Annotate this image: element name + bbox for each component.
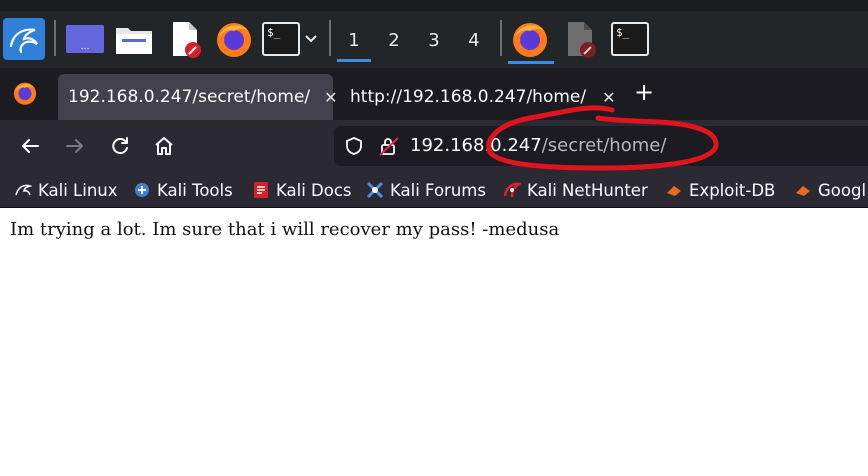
firefox-icon	[13, 82, 37, 105]
workspace-2[interactable]: 2	[375, 18, 413, 62]
exploit-db-icon	[665, 181, 683, 199]
bookmark-kali-forums[interactable]: Kali Forums	[366, 178, 486, 202]
text-editor-launcher[interactable]	[163, 17, 207, 61]
insecure-lock-icon[interactable]	[378, 135, 400, 157]
arrow-right-icon	[66, 139, 83, 153]
page-message: Im trying a lot. Im sure that i will rec…	[10, 219, 560, 240]
bookmark-kali-linux[interactable]: Kali Linux	[14, 178, 118, 202]
bookmark-label: Kali Docs	[276, 180, 352, 200]
workspace-1[interactable]: 1	[335, 18, 373, 62]
folder-icon	[116, 28, 152, 54]
shield-icon[interactable]	[344, 136, 364, 156]
window-button-text-editor[interactable]	[558, 17, 602, 61]
tab-secret-home[interactable]: 192.168.0.247/secret/home/ ✕	[58, 74, 338, 120]
kali-menu-button[interactable]	[2, 17, 46, 61]
workspace-3[interactable]: 3	[415, 18, 453, 62]
forward-button[interactable]	[59, 130, 91, 162]
bookmark-label: Kali Forums	[390, 180, 486, 200]
bookmark-label: Kali Linux	[38, 180, 118, 200]
firefox-icon	[513, 23, 547, 57]
terminal-icon: $_	[611, 22, 649, 56]
desktop-icon: …	[66, 25, 104, 53]
taskbar-top-strip	[0, 0, 868, 11]
bookmark-label: Googl	[818, 180, 867, 200]
terminal-icon: $_	[262, 22, 300, 56]
reload-button[interactable]	[104, 130, 136, 162]
kali-docs-icon	[252, 181, 270, 199]
text-editor-icon	[173, 22, 201, 58]
taskbar-separator	[329, 20, 331, 56]
kali-tools-icon	[133, 181, 151, 199]
tab-title: 192.168.0.247/secret/home/	[68, 87, 311, 107]
url-path: /secret/home/	[541, 135, 667, 156]
svg-text:…: …	[81, 42, 90, 52]
active-window-indicator	[508, 61, 554, 64]
text-editor-icon	[568, 22, 596, 58]
bookmark-kali-docs[interactable]: Kali Docs	[252, 178, 352, 202]
page-content: Im trying a lot. Im sure that i will rec…	[0, 209, 868, 476]
home-button[interactable]	[148, 130, 180, 162]
kali-dragon-icon	[14, 181, 32, 199]
close-icon[interactable]: ✕	[602, 88, 615, 107]
window-button-terminal[interactable]: $_	[608, 17, 652, 61]
kali-forums-icon	[366, 181, 384, 199]
arrow-left-icon	[22, 139, 39, 153]
kali-dragon-icon	[3, 18, 45, 60]
google-hacking-icon	[794, 181, 812, 199]
bookmark-kali-tools[interactable]: Kali Tools	[133, 178, 233, 202]
window-button-firefox[interactable]	[508, 17, 552, 61]
show-desktop-button[interactable]: …	[63, 17, 107, 61]
bookmark-label: Exploit-DB	[689, 180, 776, 200]
bookmark-exploit-db[interactable]: Exploit-DB	[665, 178, 775, 202]
taskbar: … $_ 1 2 3 4 $_	[0, 0, 868, 68]
bookmarks-toolbar: Kali Linux Kali Tools Kali Docs Kali For…	[0, 172, 868, 208]
back-button[interactable]	[14, 130, 46, 162]
bookmark-label: Kali Tools	[157, 180, 233, 200]
url-text[interactable]: 192.168.0.247/secret/home/	[410, 135, 666, 156]
file-manager-launcher[interactable]	[112, 17, 156, 61]
browser-tab-strip: 192.168.0.247/secret/home/ ✕ http://192.…	[0, 68, 868, 120]
workspace-4[interactable]: 4	[455, 18, 493, 62]
taskbar-separator	[54, 20, 56, 56]
chevron-down-icon	[305, 35, 317, 43]
reload-icon	[112, 137, 128, 155]
navigation-toolbar: 192.168.0.247/secret/home/	[0, 120, 868, 172]
nethunter-icon	[503, 181, 521, 199]
firefox-icon	[217, 23, 251, 57]
launcher-dropdown[interactable]	[296, 17, 326, 61]
svg-text:$_: $_	[616, 26, 630, 39]
firefox-launcher[interactable]	[212, 17, 256, 61]
bookmark-google-hacking-db[interactable]: Googl	[794, 178, 866, 202]
home-icon	[155, 137, 173, 155]
new-tab-button[interactable]: +	[630, 76, 658, 108]
url-host: 192.168.0.247	[410, 135, 542, 156]
tab-title: http://192.168.0.247/home/	[350, 87, 587, 107]
bookmark-kali-nethunter[interactable]: Kali NetHunter	[503, 178, 648, 202]
close-icon[interactable]: ✕	[324, 88, 337, 107]
svg-text:$_: $_	[267, 26, 281, 39]
tab-home[interactable]: http://192.168.0.247/home/ ✕	[340, 74, 620, 120]
bookmark-label: Kali NetHunter	[527, 180, 648, 200]
firefox-view-button[interactable]	[12, 80, 40, 108]
url-bar[interactable]: 192.168.0.247/secret/home/	[334, 126, 868, 166]
taskbar-separator	[500, 20, 502, 56]
